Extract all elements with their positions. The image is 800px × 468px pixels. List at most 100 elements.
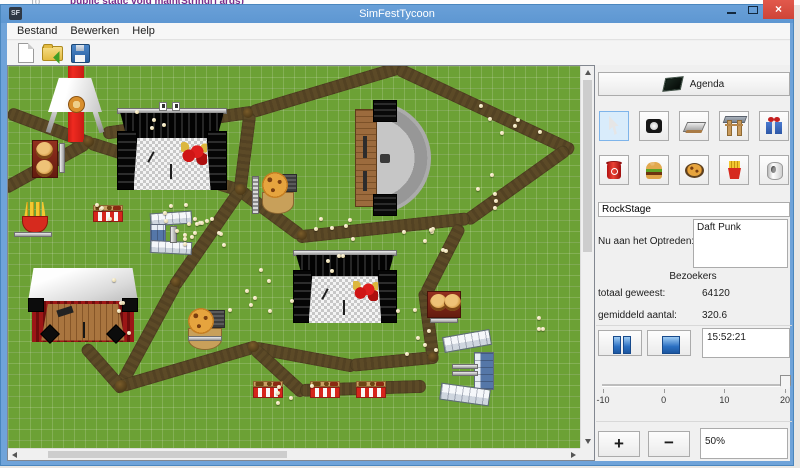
visitor-dot — [494, 199, 498, 203]
visitor-dot — [330, 226, 334, 230]
speed-slider[interactable]: -1001020 — [596, 369, 792, 414]
divider — [596, 421, 792, 422]
vertical-scroll-thumb[interactable] — [583, 80, 592, 252]
agenda-button[interactable]: Agenda — [598, 72, 790, 96]
path-junction — [248, 341, 259, 352]
visitor-dot — [416, 336, 420, 340]
visitor-dot — [423, 239, 427, 243]
maximize-button[interactable] — [744, 0, 762, 19]
market-stand[interactable] — [253, 381, 283, 398]
scroll-down-icon[interactable] — [585, 439, 591, 444]
drum-kit — [353, 281, 378, 301]
new-document-button[interactable] — [14, 42, 38, 64]
truss-tool-button[interactable] — [719, 111, 749, 141]
burger-tool-button[interactable] — [639, 155, 669, 185]
visitor-dot — [253, 296, 257, 300]
menu-item-bewerken[interactable]: Bewerken — [70, 25, 119, 37]
toolbar — [7, 41, 790, 65]
visitor-dot — [330, 269, 334, 273]
minimize-button[interactable] — [722, 0, 742, 19]
path-junction — [83, 136, 94, 147]
toilet-paper-tool-button[interactable] — [759, 155, 789, 185]
open-file-button[interactable] — [41, 42, 65, 64]
second-stage[interactable] — [293, 250, 397, 323]
rock-stage[interactable] — [117, 108, 227, 190]
slider-tick — [664, 389, 665, 393]
title-bar[interactable]: SF SimFestTycoon — [1, 5, 793, 23]
visitor-dot — [341, 254, 345, 258]
select-tool-button[interactable] — [599, 111, 629, 141]
festival-map[interactable] — [8, 66, 580, 448]
fries-tool-button[interactable] — [719, 155, 749, 185]
new-document-icon — [18, 43, 34, 63]
visitor-dot — [245, 289, 249, 293]
visitor-dot — [541, 327, 545, 331]
pizza-tent[interactable] — [48, 78, 102, 133]
dirt-path — [167, 186, 245, 291]
market-stand[interactable] — [356, 381, 386, 398]
stop-button[interactable] — [647, 330, 691, 356]
visitor-dot — [193, 217, 197, 221]
stage-name-input[interactable] — [598, 202, 790, 217]
visitor-dot — [100, 206, 104, 210]
burger-stand[interactable] — [427, 291, 461, 318]
agenda-book-icon — [662, 76, 684, 92]
zoom-in-button[interactable]: + — [598, 431, 640, 457]
now-playing-label: Nu aan het Optreden: — [598, 236, 694, 247]
visitor-dot — [351, 237, 355, 241]
spotlight-tool-button[interactable] — [639, 111, 669, 141]
average-visitors-label: gemiddeld aantal: — [598, 310, 677, 321]
barn-stage[interactable] — [28, 268, 138, 342]
average-visitors-value: 320.6 — [702, 310, 727, 321]
bench — [452, 371, 478, 376]
scroll-right-icon[interactable] — [571, 452, 576, 458]
menu-item-help[interactable]: Help — [132, 25, 155, 37]
pause-button[interactable] — [598, 330, 642, 356]
horizontal-scrollbar[interactable] — [8, 448, 580, 460]
save-file-button[interactable] — [68, 42, 92, 64]
path-junction — [243, 108, 253, 118]
slider-tick-label: 10 — [709, 395, 739, 405]
agenda-button-label: Agenda — [690, 79, 724, 90]
fries-stand[interactable] — [18, 202, 52, 233]
gift-tool-button[interactable] — [759, 111, 789, 141]
slider-tick — [785, 389, 786, 393]
toilet-block[interactable] — [442, 329, 492, 353]
pizza-stand[interactable] — [185, 308, 225, 350]
amphitheater-stage[interactable] — [355, 102, 439, 214]
spotlight-icon — [642, 114, 666, 138]
scroll-up-icon[interactable] — [585, 70, 591, 75]
menu-item-bestand[interactable]: Bestand — [17, 25, 57, 37]
visitor-dot — [268, 309, 272, 313]
total-visitors-label: totaal geweest: — [598, 288, 665, 299]
path-junction — [235, 184, 246, 195]
scroll-left-icon[interactable] — [12, 452, 17, 458]
visitor-dot — [444, 249, 448, 253]
trash-icon — [602, 158, 626, 182]
zoom-out-button[interactable]: − — [648, 431, 690, 457]
vertical-scrollbar[interactable] — [580, 66, 594, 448]
burger-stand[interactable] — [32, 140, 58, 178]
bench — [59, 143, 65, 173]
visitor-dot — [117, 309, 121, 313]
slider-track[interactable] — [602, 384, 786, 387]
pizza-logo — [68, 96, 85, 113]
visitor-dot — [200, 221, 204, 225]
visitor-dot — [187, 222, 191, 226]
visitor-dot — [488, 117, 492, 121]
visitor-dot — [427, 329, 431, 333]
close-button[interactable]: × — [763, 0, 794, 19]
trash-tool-button[interactable] — [599, 155, 629, 185]
horizontal-scroll-thumb[interactable] — [48, 451, 287, 458]
path-junction — [297, 230, 307, 240]
market-stand[interactable] — [310, 381, 340, 398]
pizza-stand[interactable] — [259, 172, 297, 214]
slider-tick-label: -10 — [588, 395, 618, 405]
stage-floor-tool-button[interactable] — [679, 111, 709, 141]
pizza-tool-button[interactable] — [679, 155, 709, 185]
control-panel: Agenda Nu aan het Optreden: Daft Punk Be… — [596, 64, 792, 461]
visitor-dot — [516, 118, 520, 122]
visitor-dot — [276, 401, 280, 405]
visitor-dot — [434, 348, 438, 352]
divider — [596, 325, 792, 326]
